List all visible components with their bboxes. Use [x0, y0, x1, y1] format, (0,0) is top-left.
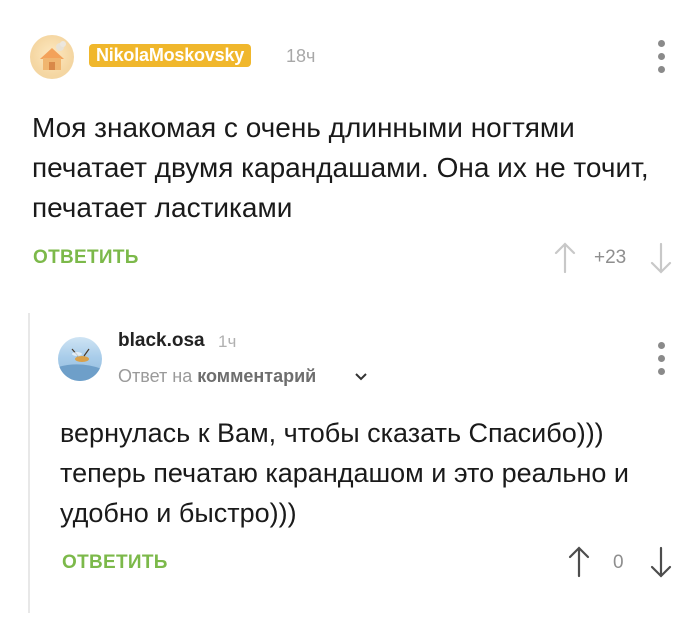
- reply-to-prefix: Ответ на: [118, 366, 193, 386]
- comment-time: 1ч: [218, 332, 237, 351]
- comment-time: 18ч: [286, 46, 316, 66]
- more-vertical-icon[interactable]: [655, 40, 669, 74]
- reply-to-link[interactable]: Ответ на комментарий: [118, 366, 316, 387]
- reply-button[interactable]: ОТВЕТИТЬ: [33, 247, 139, 269]
- chevron-down-icon[interactable]: [354, 369, 368, 387]
- reply-to-target[interactable]: комментарий: [197, 366, 316, 386]
- author-name[interactable]: black.osa: [118, 330, 205, 352]
- comment-text: Моя знакомая с очень длинными ногтями пе…: [32, 112, 649, 223]
- more-vertical-icon[interactable]: [655, 342, 669, 376]
- comment-score: 0: [613, 552, 624, 573]
- arrow-up-icon[interactable]: [554, 242, 576, 279]
- wasp-icon: [58, 348, 102, 381]
- user-avatar[interactable]: [30, 35, 74, 79]
- thread-line[interactable]: [28, 313, 30, 613]
- arrow-up-icon[interactable]: [568, 546, 590, 583]
- reply-button[interactable]: ОТВЕТИТЬ: [62, 552, 168, 574]
- arrow-down-icon[interactable]: [650, 242, 672, 279]
- house-icon: [40, 41, 66, 70]
- arrow-down-icon[interactable]: [650, 546, 672, 583]
- comment-score: +23: [594, 247, 627, 268]
- comment-text: вернулась к Вам, чтобы сказать Спасибо))…: [60, 418, 629, 528]
- user-avatar[interactable]: [58, 337, 102, 381]
- author-name[interactable]: NikolaMoskovsky: [89, 44, 252, 67]
